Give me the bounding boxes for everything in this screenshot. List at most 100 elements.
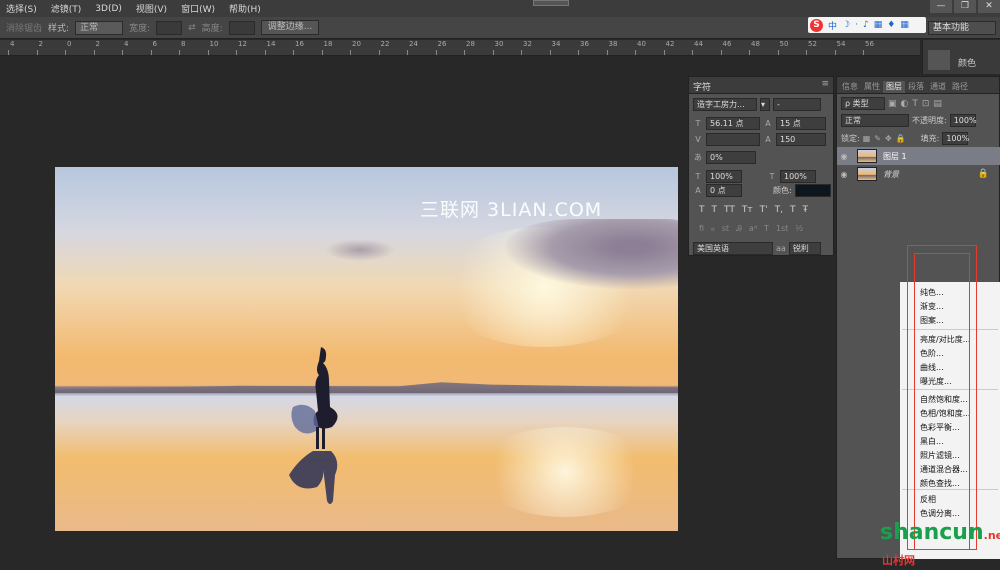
ruler-tick-mark (464, 50, 465, 55)
ime-mic-icon[interactable]: ♪ (863, 20, 869, 30)
menu-help[interactable]: 帮助(H) (229, 2, 261, 15)
tab-info[interactable]: 信息 (839, 81, 861, 93)
ruler-tick-label: 12 (238, 40, 247, 48)
ruler-tick-label: 10 (209, 40, 219, 48)
layer-name: 背景 (883, 169, 899, 179)
language-select[interactable]: 美国英语 (693, 242, 773, 255)
minimize-button[interactable]: — (930, 0, 952, 13)
fill-field[interactable]: 100% (942, 132, 969, 145)
kerning-icon: V (695, 135, 701, 144)
ruler-tick-mark (806, 50, 807, 55)
ruler-tick-label: 8 (181, 40, 186, 48)
tab-channels[interactable]: 通道 (927, 81, 949, 93)
lock-icons[interactable]: ▦✎✥🔒 (863, 134, 910, 143)
ligature-button[interactable]: fi (699, 224, 704, 234)
contextual-alt-button[interactable]: ℴ (711, 224, 715, 234)
ime-skin-icon[interactable]: ♦ (887, 20, 895, 30)
sun-reflection (475, 427, 655, 517)
layer-filter-select[interactable]: ρ 类型 (841, 97, 885, 110)
ruler-tick-label: 56 (865, 40, 874, 48)
underline-button[interactable]: T (790, 205, 796, 215)
text-color-swatch[interactable] (794, 184, 831, 197)
small-caps-button[interactable]: Tт (742, 205, 753, 215)
panel-menu-icon[interactable]: ≡ (821, 79, 829, 89)
discretionary-ligature-button[interactable]: st (722, 224, 729, 234)
tracking-field[interactable]: 150 (776, 133, 826, 146)
tab-paths[interactable]: 路径 (949, 81, 971, 93)
kerning-field[interactable] (706, 133, 760, 146)
menu-view[interactable]: 视图(V) (136, 2, 167, 15)
titling-alt-button[interactable]: T (764, 224, 769, 234)
ruler-tick-mark (663, 50, 665, 55)
ordinals-button[interactable]: 1st (776, 224, 788, 234)
menu-3d[interactable]: 3D(D) (95, 4, 122, 14)
close-button[interactable]: ✕ (978, 0, 1000, 13)
leading-field[interactable]: 15 点 (776, 117, 826, 130)
vertical-scale-icon: T (695, 172, 701, 181)
ime-chinese-icon[interactable]: 中 (828, 19, 837, 32)
width-field[interactable] (156, 20, 183, 35)
tab-layers[interactable]: 图层 (883, 81, 905, 93)
subscript-button[interactable]: T, (775, 205, 783, 215)
tab-character[interactable]: 字符 (693, 80, 711, 93)
blend-mode-select[interactable]: 正常 (841, 114, 909, 127)
document-tab-handle[interactable] (533, 0, 569, 6)
eye-icon[interactable]: ◉ (837, 152, 851, 161)
ruler-tick-label: 0 (67, 40, 72, 48)
swash-button[interactable]: Ꭿ (736, 224, 742, 234)
ime-toolbar[interactable]: S 中 ☽ · ♪ ▦ ♦ ▦ (808, 17, 926, 33)
tsume-icon: あ (694, 153, 702, 162)
menu-window[interactable]: 窗口(W) (181, 2, 215, 15)
superscript-button[interactable]: T' (760, 205, 768, 215)
horizontal-scale-field[interactable]: 100% (780, 170, 816, 183)
vertical-scale-field[interactable]: 100% (706, 170, 742, 183)
opacity-label: 不透明度: (912, 116, 947, 125)
silhouette-figure (289, 347, 338, 504)
height-field[interactable] (228, 20, 255, 35)
cloud-small (325, 239, 395, 261)
ime-tools-icon[interactable]: ▦ (900, 20, 909, 30)
ruler-tick-mark (321, 50, 323, 55)
anti-alias-label[interactable]: 消除锯齿 (6, 21, 42, 34)
sogou-icon[interactable]: S (810, 18, 823, 32)
stylistic-alt-button[interactable]: aᵈ (749, 224, 757, 234)
menu-select[interactable]: 选择(S) (6, 2, 37, 15)
history-icon[interactable] (928, 50, 950, 70)
font-family-select[interactable]: 造字工房力... (693, 98, 757, 111)
workspace-select[interactable]: 基本功能 (928, 21, 996, 35)
anti-alias-select[interactable]: 锐利 (788, 242, 821, 255)
fractions-button[interactable]: ½ (795, 224, 803, 234)
ruler-tick-mark (635, 50, 636, 55)
eye-icon[interactable]: ◉ (837, 170, 851, 179)
opacity-field[interactable]: 100% (949, 114, 977, 127)
ruler-tick-mark (65, 50, 66, 55)
strikethrough-button[interactable]: Ŧ (802, 205, 808, 215)
tsume-field[interactable]: 0% (706, 151, 756, 164)
color-panel-button[interactable]: 颜色 (958, 56, 976, 69)
baseline-field[interactable]: 0 点 (706, 184, 742, 197)
layer-row-background[interactable]: ◉ 背景 🔒 (837, 165, 1000, 183)
tab-paragraph[interactable]: 段落 (905, 81, 927, 93)
tab-properties[interactable]: 属性 (861, 81, 883, 93)
ruler-tick-mark (749, 50, 750, 55)
ruler-tick-label: 18 (323, 40, 333, 48)
font-size-field[interactable]: 56.11 点 (706, 117, 760, 130)
faux-italic-button[interactable]: T (712, 205, 718, 215)
anti-alias-icon: aa (776, 244, 786, 253)
refine-edge-button[interactable]: 调整边缘... (260, 20, 320, 35)
ruler-tick-mark (492, 50, 494, 55)
font-style-select[interactable]: - (773, 98, 821, 111)
highlight-box-inner (914, 253, 970, 550)
layer-row-layer1[interactable]: ◉ 图层 1 (837, 147, 1000, 165)
style-select[interactable]: 正常 (75, 20, 124, 35)
ime-dot-icon[interactable]: · (855, 20, 858, 30)
swap-icon[interactable]: ⇄ (188, 23, 196, 33)
ime-keyboard-icon[interactable]: ▦ (874, 20, 883, 30)
faux-bold-button[interactable]: T (699, 205, 705, 215)
menu-filter[interactable]: 滤镜(T) (51, 2, 82, 15)
filter-icons[interactable]: ▣◐T⊡▤ (888, 99, 946, 109)
ime-moon-icon[interactable]: ☽ (842, 20, 850, 30)
all-caps-button[interactable]: TT (724, 205, 735, 215)
restore-button[interactable]: ❐ (954, 0, 976, 13)
font-family-dropdown-icon[interactable]: ▾ (760, 98, 770, 111)
